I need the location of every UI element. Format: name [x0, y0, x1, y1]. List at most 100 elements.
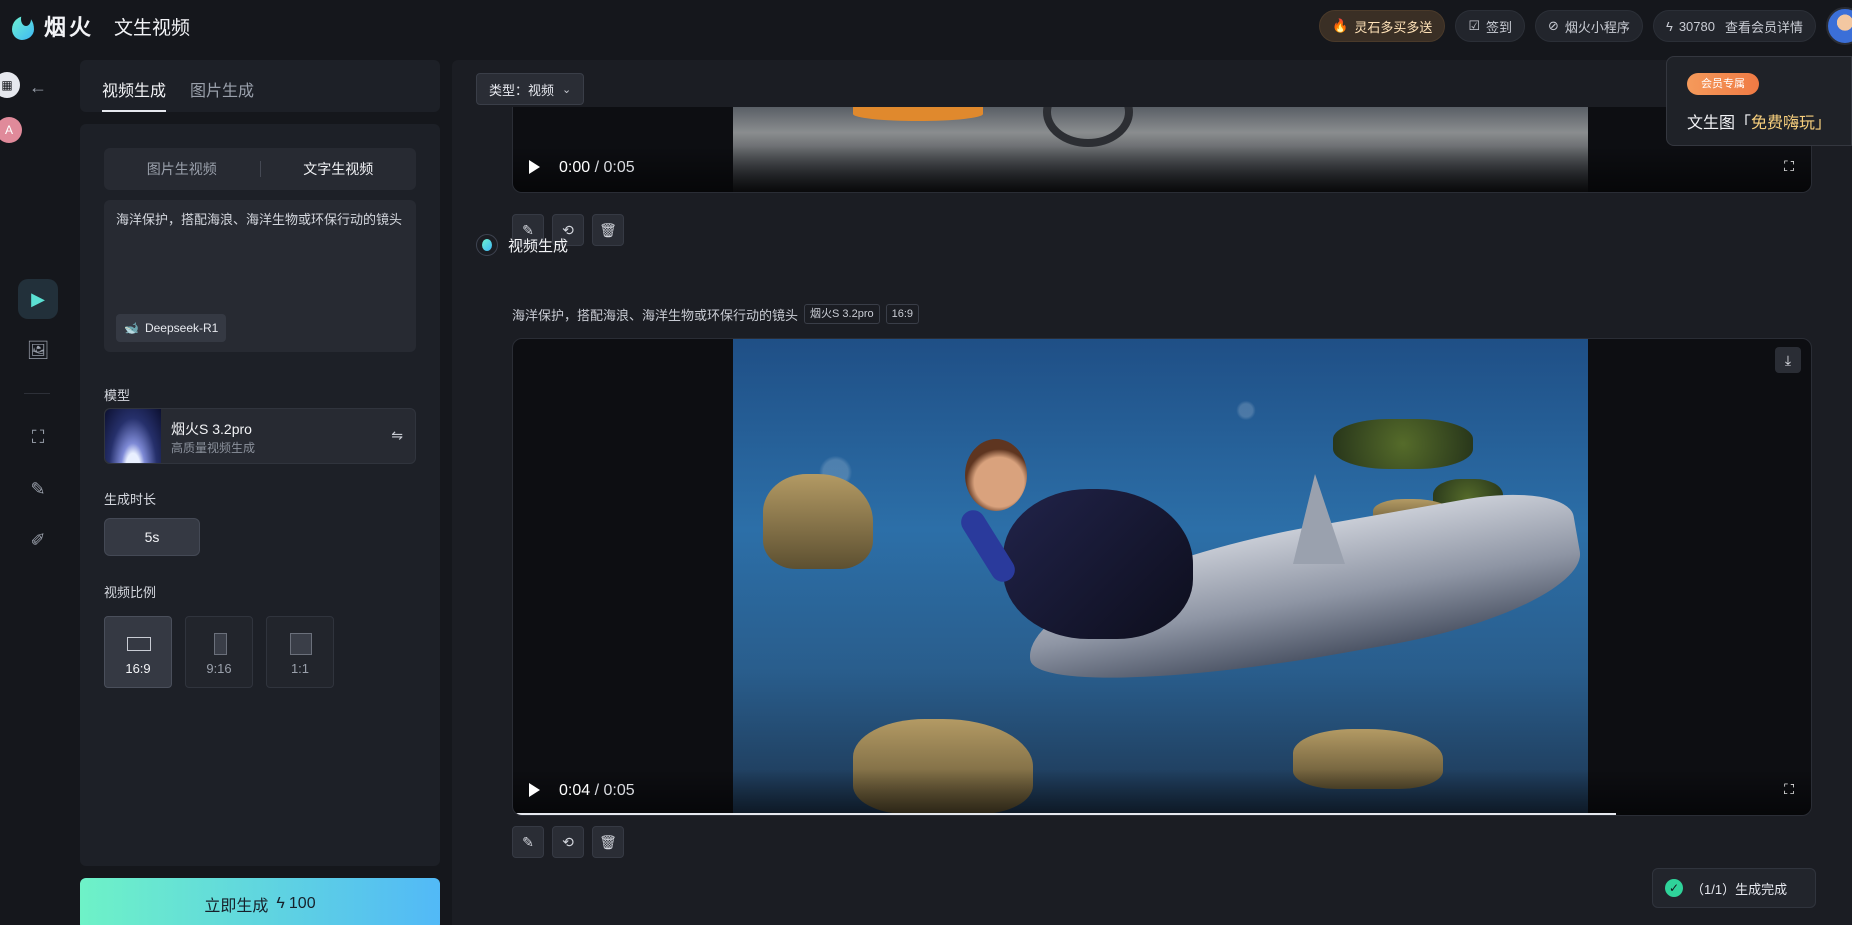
chevron-down-icon: ⌄ [562, 83, 572, 96]
edit-icon[interactable]: ✎ [512, 826, 544, 858]
miniprogram-icon: ⊘ [1548, 18, 1559, 33]
ratio-option-16-9[interactable]: 16:9 [104, 616, 172, 688]
generate-cost: 100 [288, 895, 316, 912]
result-video-actions: ✎ ⟲ 🗑 [512, 826, 624, 858]
toast-text: （1/1）生成完成 [1691, 881, 1788, 897]
ratio-tag: 16:9 [885, 304, 920, 324]
generate-label: 立即生成 [204, 898, 269, 915]
back-arrow-icon[interactable]: ← [18, 67, 58, 107]
duration-option-5s[interactable]: 5s [104, 518, 200, 556]
landscape-shape-icon [127, 637, 151, 651]
ratio-label-16-9: 16:9 [125, 661, 151, 676]
result-video-player[interactable]: ⤓ 0:04 / 0:05 ⛶ [512, 338, 1812, 816]
fire-icon: 🔥 [1332, 18, 1349, 33]
prompt-input[interactable]: 海洋保护，搭配海浪、海洋生物或环保行动的镜头 🐋 Deepseek-R1 [104, 200, 416, 352]
miniprogram-button[interactable]: ⊘ 烟火小程序 [1535, 10, 1643, 42]
left-rail: ▦ ← A ▶ 🖼 ⛶ ✎ ✐ [0, 52, 66, 925]
page-title: 文生视频 [114, 17, 191, 39]
mode-text-to-video[interactable]: 文字生视频 [261, 159, 417, 179]
previous-current-time: 0:00 [559, 159, 591, 176]
tab-image-gen[interactable]: 图片生成 [190, 77, 254, 101]
points-member-button[interactable]: ϟ 30780 查看会员详情 [1652, 10, 1816, 42]
apps-grid-icon[interactable]: ▦ [0, 72, 20, 98]
ratio-option-9-16[interactable]: 9:16 [185, 616, 253, 688]
miniprogram-label: 烟火小程序 [1564, 19, 1630, 35]
model-label: 模型 [104, 388, 131, 403]
previous-video-controls: 0:00 / 0:05 ⛶ [513, 146, 1811, 192]
user-badge-icon[interactable]: A [0, 117, 22, 143]
result-header: 视频生成 [476, 234, 568, 256]
whale-icon: 🐋 [124, 321, 139, 335]
nav-image-scan-icon[interactable]: ⛶ [18, 417, 58, 457]
avatar[interactable] [1826, 7, 1852, 45]
check-icon: ✓ [1665, 879, 1683, 897]
ratio-label-9-16: 9:16 [206, 661, 232, 676]
play-icon[interactable] [529, 783, 540, 797]
member-promo-popup[interactable]: 会员专属 文生图「免费嗨玩」 [1666, 56, 1852, 146]
mode-image-to-video[interactable]: 图片生视频 [104, 159, 260, 179]
model-name: 烟火S 3.2pro [171, 421, 252, 437]
fullscreen-icon[interactable]: ⛶ [1781, 781, 1797, 797]
member-link: 查看会员详情 [1724, 19, 1803, 35]
tab-underline [102, 110, 166, 112]
top-bar: 烟火 文生视频 🔥 灵石多买多送 ☑ 签到 ⊘ 烟火小程序 ϟ 30780 查看… [0, 0, 1852, 52]
checkin-button[interactable]: ☑ 签到 [1455, 10, 1526, 42]
result-video-controls: 0:04 / 0:05 ⛶ [513, 769, 1811, 815]
lightning-icon: ϟ [276, 895, 285, 912]
type-filter-select[interactable]: 类型：视频 ⌄ [476, 73, 585, 105]
previous-video-player[interactable]: 0:00 / 0:05 ⛶ [512, 107, 1812, 193]
result-duration: 0:05 [603, 782, 635, 799]
result-video-frame [733, 339, 1591, 815]
nav-eraser-icon[interactable]: ✎ [18, 469, 58, 509]
result-video-time: 0:04 / 0:05 [559, 782, 635, 799]
delete-icon[interactable]: 🗑 [592, 214, 624, 246]
flame-logo-icon [10, 10, 38, 42]
deepseek-label: Deepseek-R1 [144, 321, 219, 335]
previous-video-time: 0:00 / 0:05 [559, 159, 635, 176]
result-prompt: 海洋保护，搭配海浪、海洋生物或环保行动的镜头 [512, 307, 799, 323]
model-selector[interactable]: 烟火S 3.2pro 高质量视频生成 ⇋ [104, 408, 416, 464]
checkin-label: 签到 [1486, 19, 1513, 35]
tab-video-gen[interactable]: 视频生成 [102, 77, 166, 101]
regenerate-icon[interactable]: ⟲ [552, 826, 584, 858]
logo[interactable]: 烟火 [10, 10, 94, 42]
nav-image-edit-icon[interactable]: ✐ [18, 520, 58, 560]
ratio-label-1-1: 1:1 [290, 661, 310, 676]
popup-highlight: 免费嗨玩 [1751, 115, 1816, 132]
fullscreen-icon[interactable]: ⛶ [1781, 158, 1797, 174]
duration-label: 生成时长 [104, 492, 157, 507]
promo-label: 灵石多买多送 [1354, 19, 1433, 35]
success-toast: ✓ （1/1）生成完成 [1652, 868, 1816, 908]
previous-duration: 0:05 [603, 159, 635, 176]
type-filter-label: 类型：视频 [489, 82, 555, 98]
model-tag: 烟火S 3.2pro [804, 304, 880, 324]
swap-icon[interactable]: ⇋ [391, 427, 403, 444]
result-progress-bar[interactable] [513, 813, 1617, 815]
portrait-shape-icon [214, 633, 227, 655]
nav-text-to-video-icon[interactable]: ▶ [18, 279, 58, 319]
calendar-check-icon: ☑ [1468, 18, 1480, 33]
ratio-option-1-1[interactable]: 1:1 [266, 616, 334, 688]
popup-prefix: 文生图「 [1687, 115, 1752, 132]
generation-tabs: 视频生成 图片生成 [80, 60, 440, 112]
prompt-text[interactable]: 海洋保护，搭配海浪、海洋生物或环保行动的镜头 [116, 210, 404, 230]
generate-button[interactable]: 立即生成 ϟ 100 [80, 878, 440, 925]
play-icon[interactable] [529, 160, 540, 174]
ratio-label: 视频比例 [104, 585, 157, 600]
deepseek-chip[interactable]: 🐋 Deepseek-R1 [116, 314, 227, 342]
popup-text: 文生图「免费嗨玩」 [1687, 109, 1831, 133]
result-current-time: 0:04 [559, 782, 591, 799]
popup-suffix: 」 [1815, 115, 1832, 132]
promo-button[interactable]: 🔥 灵石多买多送 [1319, 10, 1446, 42]
results-area: 类型：视频 ⌄ 0:00 / 0:05 ⛶ ✎ ⟲ 🗑 视频生成 海洋保护，搭配… [452, 60, 1852, 925]
rail-divider [24, 393, 50, 394]
points-value: 30780 [1678, 18, 1715, 34]
logo-text: 烟火 [44, 15, 95, 40]
result-title: 视频生成 [508, 237, 569, 255]
square-shape-icon [290, 633, 312, 655]
flame-logo-icon [476, 234, 498, 256]
mode-toggle: 图片生视频 文字生视频 [104, 148, 416, 190]
nav-image-gen-icon[interactable]: 🖼 [18, 330, 58, 370]
download-icon[interactable]: ⤓ [1775, 347, 1801, 373]
delete-icon[interactable]: 🗑 [592, 826, 624, 858]
